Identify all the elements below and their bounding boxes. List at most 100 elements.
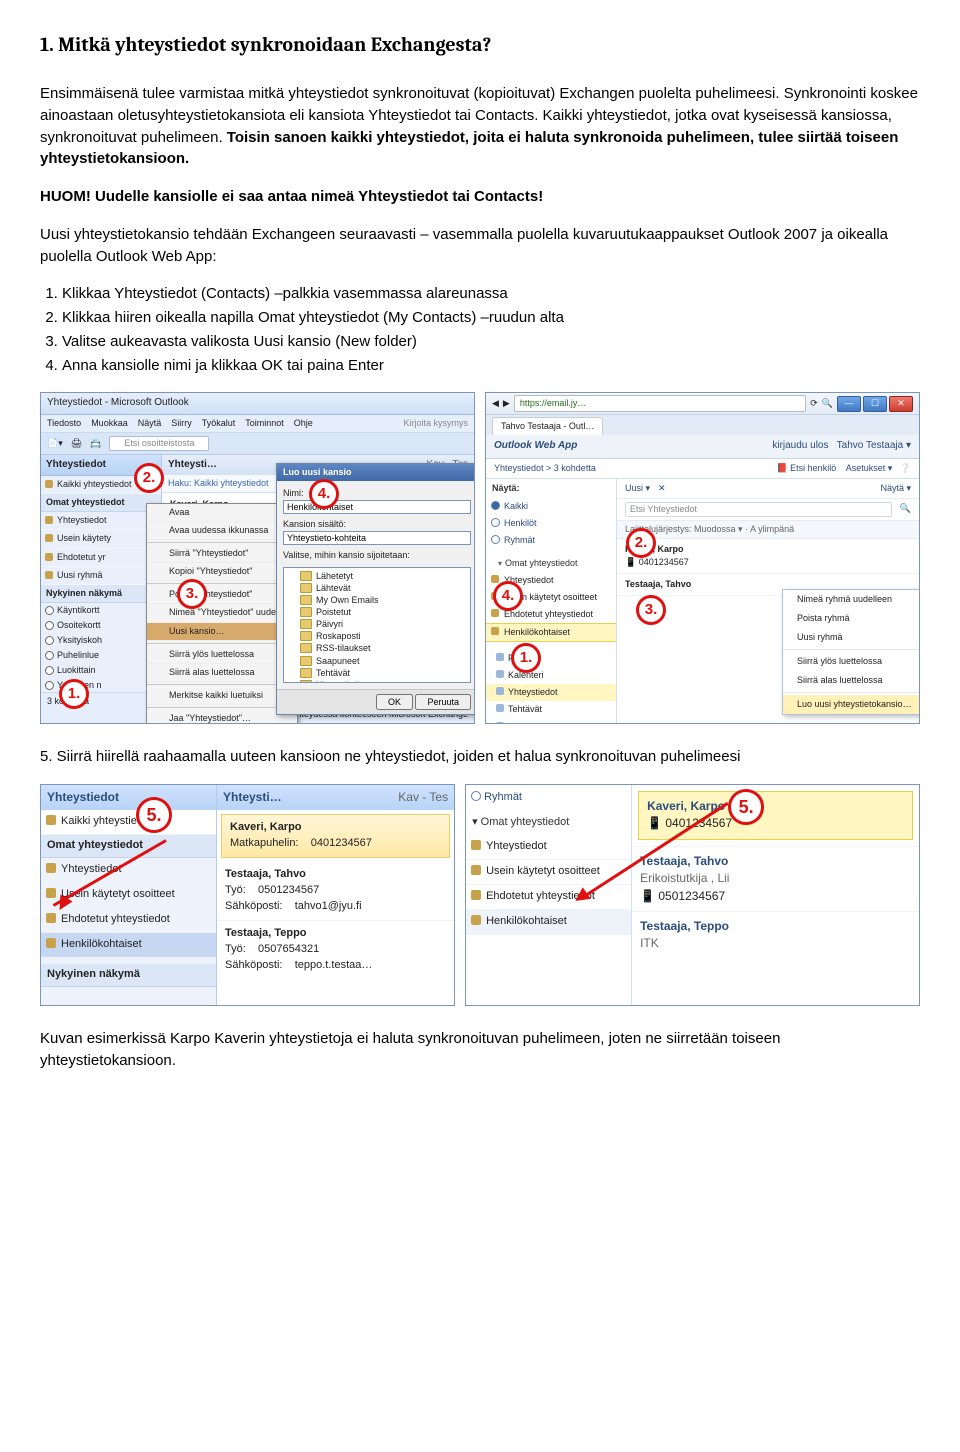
owa-context-menu[interactable]: Nimeä ryhmä uudelleen Poista ryhmä Uusi …: [782, 589, 920, 715]
owa-searchrow[interactable]: Etsi Yhteystiedot🔍: [617, 499, 919, 521]
contact-card[interactable]: Testaaja, Teppo Työ: 0507654321 Sähköpos…: [217, 921, 454, 979]
menu-item[interactable]: Ohje: [294, 417, 313, 430]
maximize-button[interactable]: ☐: [863, 396, 887, 412]
dlg-type-select[interactable]: [283, 531, 471, 545]
view-button[interactable]: Näytä ▾: [880, 482, 911, 495]
contact-card-dragged[interactable]: Kaveri, Karpo Matkapuhelin: 0401234567: [221, 814, 450, 858]
delete-icon[interactable]: ✕: [658, 482, 666, 495]
view-radio[interactable]: Puhelinlue: [41, 648, 161, 663]
owa-toolbar[interactable]: Uusi ▾ ✕ Näytä ▾: [617, 479, 919, 499]
owa-ctx-item[interactable]: Nimeä ryhmä uudelleen: [783, 590, 920, 609]
sidebar-item[interactable]: Usein käytety: [41, 530, 161, 548]
ctx-item[interactable]: Avaa uudessa ikkunassa: [147, 522, 297, 540]
dlg-ok-button[interactable]: OK: [376, 694, 413, 710]
menu-item[interactable]: Muokkaa: [91, 417, 128, 430]
toolbar[interactable]: 📄▾ 🖨 📇 Etsi osoitteistosta: [41, 433, 474, 455]
close-button[interactable]: ✕: [889, 396, 913, 412]
owa-nav-calendar[interactable]: Kalenteri: [486, 667, 616, 684]
tree-item[interactable]: Yhteystiedot: [316, 679, 366, 683]
view-radio[interactable]: Yksityiskoh: [41, 633, 161, 648]
search-icon[interactable]: 🔍: [822, 397, 833, 410]
view-radio[interactable]: Osoitekortt: [41, 618, 161, 633]
owa-nav-tasks[interactable]: Tehtävät: [486, 701, 616, 718]
tab-strip[interactable]: Tahvo Testaaja - Outl…: [486, 415, 919, 435]
menu-item[interactable]: Näytä: [138, 417, 162, 430]
owa-nav-mail[interactable]: Posti: [486, 650, 616, 667]
tree-item[interactable]: Päivyri: [316, 618, 343, 630]
owa-item-selected[interactable]: Henkilökohtaiset: [486, 623, 616, 642]
show-all[interactable]: Kaikki: [486, 498, 616, 515]
menu-item[interactable]: Toiminnot: [245, 417, 284, 430]
all-contacts[interactable]: Kaikki yhteystiedot: [41, 810, 216, 835]
owa-card[interactable]: Testaaja, Tahvo Erikoistutkija , Lii 📱 0…: [632, 846, 919, 911]
owa-item-target[interactable]: Henkilökohtaiset: [466, 910, 631, 935]
owa-nav-contacts[interactable]: Yhteystiedot: [486, 684, 616, 701]
owa-item[interactable]: Yhteystiedot: [466, 835, 631, 860]
browser-tab[interactable]: Tahvo Testaaja - Outl…: [492, 417, 603, 435]
owa-nav-public[interactable]: Julkiset kansiot: [486, 719, 616, 725]
sidebar-item[interactable]: Uusi ryhmä: [41, 567, 161, 585]
nav-pane[interactable]: Yhteystiedot Kaikki yhteystiedot Omat yh…: [41, 455, 162, 715]
menu-item[interactable]: Tiedosto: [47, 417, 81, 430]
show-groups[interactable]: Ryhmät: [466, 785, 631, 811]
signout-link[interactable]: kirjaudu ulos: [772, 440, 828, 451]
minimize-button[interactable]: —: [837, 396, 861, 412]
show-groups[interactable]: Ryhmät: [486, 532, 616, 549]
ctx-item[interactable]: Poista "Yhteystiedot": [147, 586, 297, 604]
my-contacts[interactable]: Omat yhteystiedot: [486, 555, 616, 572]
ctx-item-new-folder[interactable]: Uusi kansio…: [147, 623, 297, 641]
contact-card[interactable]: Testaaja, Tahvo Työ: 0501234567 Sähköpos…: [217, 862, 454, 921]
owa-ctx-item[interactable]: Poista ryhmä: [783, 609, 920, 628]
tree-item[interactable]: Lähetetyt: [316, 570, 353, 582]
settings-link[interactable]: Asetukset: [846, 463, 886, 473]
ctx-item[interactable]: Nimeä "Yhteystiedot" uudelleen…: [147, 604, 297, 622]
sidebar-item[interactable]: Ehdotetut yhteystiedot: [41, 908, 216, 933]
my-contacts-header[interactable]: Omat yhteystiedot: [41, 835, 216, 858]
ctx-item[interactable]: Siirrä ylös luettelossa: [147, 646, 297, 664]
cards-icon[interactable]: 📇: [90, 437, 101, 450]
owa-search-input[interactable]: Etsi Yhteystiedot: [625, 502, 892, 517]
owa-sort[interactable]: Lajittelujärjestys: Muodossa ▾ · A ylimp…: [617, 521, 919, 539]
view-radio[interactable]: Luokittain: [41, 663, 161, 678]
ctx-item[interactable]: Siirrä "Yhteystiedot": [147, 545, 297, 563]
owa-ctx-item[interactable]: Uusi ryhmä: [783, 628, 920, 647]
sidebar-item-target[interactable]: Henkilökohtaiset: [41, 933, 216, 958]
owa-card[interactable]: Kaveri, Karpo 📱 0401234567: [617, 539, 919, 574]
menu-bar[interactable]: Tiedosto Muokkaa Näytä Siirry Työkalut T…: [41, 415, 474, 433]
print-icon[interactable]: 🖨: [71, 437, 82, 450]
tree-item[interactable]: Tehtävät: [316, 667, 350, 679]
view-radio[interactable]: Käyntikortt: [41, 603, 161, 618]
tree-item[interactable]: Roskaposti: [316, 630, 361, 642]
owa-ctx-item[interactable]: Siirrä ylös luettelossa: [783, 652, 920, 671]
ctx-item[interactable]: Merkitse kaikki luetuiksi: [147, 687, 297, 705]
dlg-cancel-button[interactable]: Peruuta: [415, 694, 471, 710]
find-person[interactable]: Etsi henkilö: [790, 463, 836, 473]
owa-item[interactable]: Ehdotetut yhteystiedot: [466, 885, 631, 910]
sidebar-item[interactable]: Yhteystiedot: [41, 512, 161, 530]
owa-ctx-item[interactable]: Siirrä alas luettelossa: [783, 671, 920, 690]
tree-item[interactable]: Poistetut: [316, 606, 351, 618]
new-button[interactable]: 📄▾: [47, 437, 63, 450]
new-folder-dialog[interactable]: Luo uusi kansio Nimi: Kansion sisältö: V…: [276, 463, 475, 714]
ctx-item[interactable]: Jaa "Yhteystiedot"…: [147, 710, 297, 725]
my-contacts-header[interactable]: Omat yhteystiedot: [41, 494, 161, 512]
owa-ctx-new-folder[interactable]: Luo uusi yhteystietokansio…: [783, 695, 920, 714]
my-contacts[interactable]: ▾ Omat yhteystiedot: [466, 811, 631, 835]
tree-item[interactable]: RSS-tilaukset: [316, 642, 371, 654]
ctx-item[interactable]: Kopioi "Yhteystiedot": [147, 563, 297, 581]
forward-icon[interactable]: ▶: [503, 397, 510, 410]
menu-item[interactable]: Työkalut: [202, 417, 236, 430]
owa-card[interactable]: Testaaja, Teppo ITK: [632, 911, 919, 959]
dlg-folder-tree[interactable]: Lähetetyt Lähtevät My Own Emails Poistet…: [283, 567, 471, 683]
ctx-item[interactable]: Avaa: [147, 504, 297, 522]
url-bar[interactable]: https://email.jy…: [514, 395, 806, 412]
tree-item[interactable]: My Own Emails: [316, 594, 379, 606]
menu-item[interactable]: Siirry: [171, 417, 192, 430]
reload-icon[interactable]: ⟳: [810, 397, 818, 410]
sidebar-item[interactable]: Ehdotetut yr: [41, 549, 161, 567]
new-button[interactable]: Uusi ▾: [625, 482, 650, 495]
tree-item[interactable]: Saapuneet: [316, 655, 360, 667]
help-icon[interactable]: ❔: [900, 463, 911, 473]
tree-item[interactable]: Lähtevät: [316, 582, 351, 594]
ctx-item[interactable]: Siirrä alas luettelossa: [147, 664, 297, 682]
